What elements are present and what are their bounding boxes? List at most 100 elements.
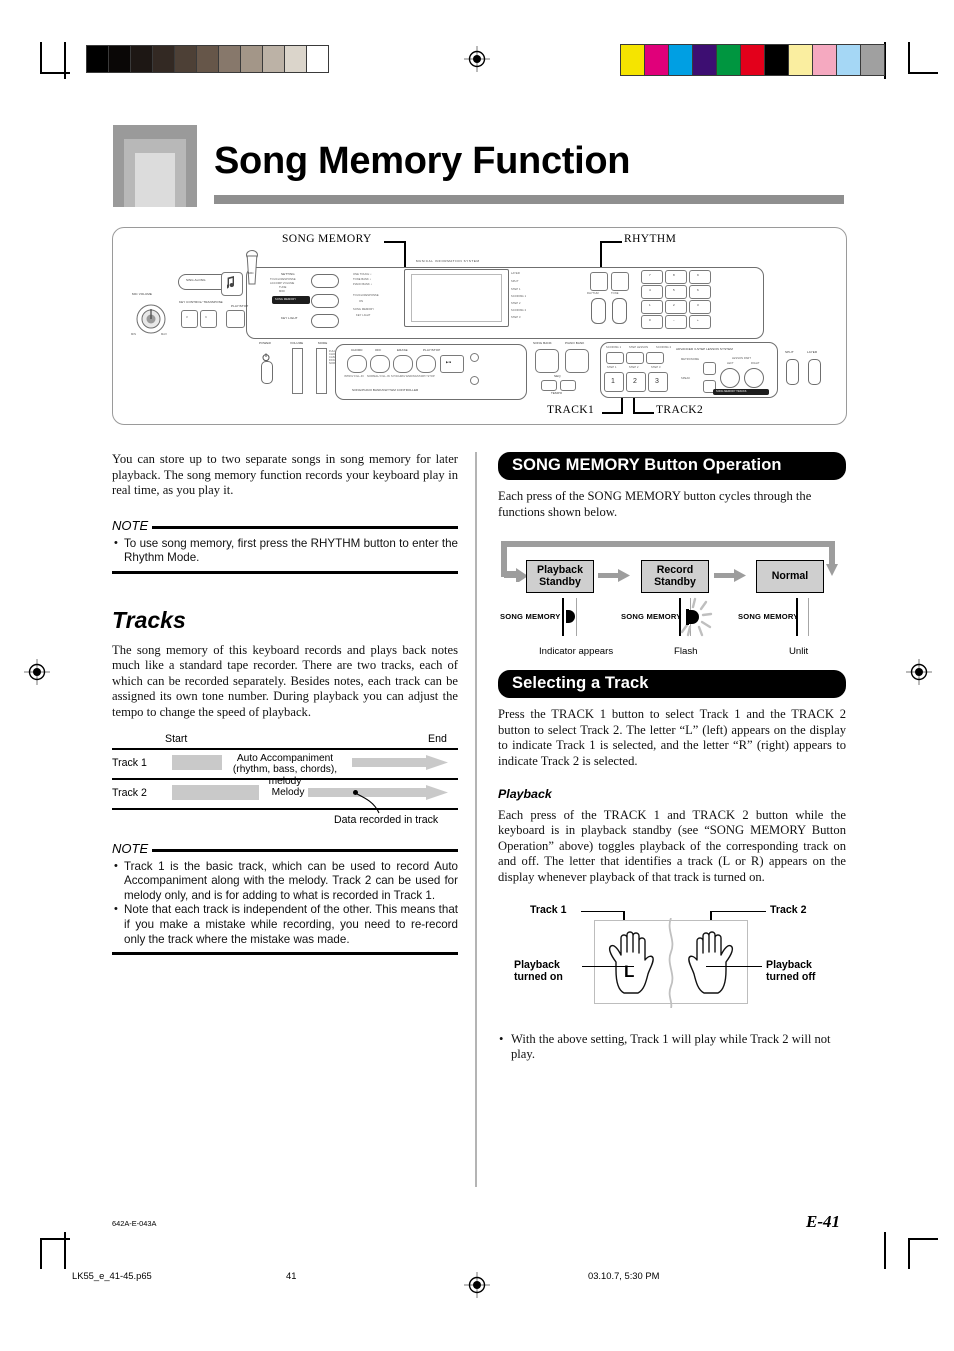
scoring1-button[interactable] xyxy=(606,352,624,364)
keypad-key-2[interactable] xyxy=(665,300,687,314)
footer-sheet-number: 41 xyxy=(286,1270,297,1281)
seq-label: SEQ xyxy=(554,374,561,378)
color-swatch-10 xyxy=(861,45,884,75)
song-memory-opt: SONG MEMORY xyxy=(353,308,375,311)
registration-target-left xyxy=(24,659,50,685)
metronome-button[interactable] xyxy=(703,362,716,375)
setting-button[interactable] xyxy=(311,274,339,288)
keypad-key-0[interactable] xyxy=(641,315,663,329)
lcd-inner-bezel xyxy=(411,274,502,322)
hands-track2-label: Track 2 xyxy=(770,904,807,916)
note-block-2: NOTE Track 1 is the basic track, which c… xyxy=(112,841,458,955)
step2-number: 2 xyxy=(633,378,637,385)
keyboard-diagram-frame: SONG MEMORY RHYTHM TRACK1 TRACK2 MIC MIC… xyxy=(112,227,847,425)
song-bank-button[interactable] xyxy=(535,349,559,373)
callout-track2-leader-h xyxy=(633,412,654,415)
play-stop-button-upper[interactable] xyxy=(226,310,245,328)
keypad-key-minus[interactable] xyxy=(665,315,687,329)
erase-button[interactable] xyxy=(393,355,413,373)
keypad-label-plus: + xyxy=(697,318,699,322)
track1-hand-button[interactable] xyxy=(720,368,740,388)
keypad-key-9[interactable] xyxy=(689,270,711,284)
track2-hand-button[interactable] xyxy=(744,368,764,388)
key-control-up-button[interactable] xyxy=(200,310,217,328)
song-memory-tracks-label: SONG MEMORY TRACKS xyxy=(716,390,747,393)
indicator-led-bottom xyxy=(470,376,479,385)
keypad-key-7[interactable] xyxy=(641,270,663,284)
column-divider xyxy=(475,452,477,1187)
note-2-list: Track 1 is the basic track, which can be… xyxy=(112,859,458,948)
tone-button-label: TONE xyxy=(611,292,619,295)
cycle-step-1-button-label: SONG MEMORY xyxy=(621,612,682,622)
color-swatch-7 xyxy=(789,45,813,75)
piano-bank-opt: PIANO BANK ♪ xyxy=(353,283,373,286)
registration-target-bottom xyxy=(464,1272,490,1298)
registration-target-right xyxy=(906,659,932,685)
tracks-section-heading: Tracks xyxy=(112,606,186,633)
tone-icon-button[interactable] xyxy=(611,272,629,291)
mic-volume-max: MAX xyxy=(161,333,167,336)
start-stop-label: START/ STOP xyxy=(417,375,435,378)
mic-volume-label: MIC VOLUME xyxy=(132,292,153,296)
step2-indicator-label: STEP 2 xyxy=(511,302,521,305)
indicator-led-top xyxy=(470,353,479,362)
track-chart-start-label: Start xyxy=(165,732,188,745)
transport-play-button[interactable] xyxy=(440,355,464,373)
keypad-key-1[interactable] xyxy=(641,300,663,314)
keypad-key-plus[interactable] xyxy=(689,315,711,329)
split-button[interactable] xyxy=(786,359,799,385)
note-2-heading-row: NOTE xyxy=(112,841,458,856)
note-2-bottom-rule xyxy=(112,952,458,955)
cycle-step-1-led-flash-icon xyxy=(674,596,714,638)
cycle-step-1-line2: Standby xyxy=(654,575,696,588)
keypad-key-5[interactable] xyxy=(665,285,687,299)
keypad-key-4[interactable] xyxy=(641,285,663,299)
scoring2-button[interactable] xyxy=(646,352,664,364)
numeric-keypad[interactable]: 7 8 9 4 5 6 1 2 3 0 − + xyxy=(641,270,717,329)
volume-slider[interactable] xyxy=(292,348,303,394)
tempo-down-button[interactable] xyxy=(541,380,557,391)
playback-paragraph: Each press of the TRACK 1 and TRACK 2 bu… xyxy=(498,807,846,884)
note-2-item-0: Track 1 is the basic track, which can be… xyxy=(112,859,458,904)
step-lesson-button[interactable] xyxy=(626,352,644,364)
mode-slider[interactable] xyxy=(316,348,327,394)
play-stop-button-lower[interactable] xyxy=(416,355,436,373)
keypad-key-3[interactable] xyxy=(689,300,711,314)
gray-swatch-8 xyxy=(263,46,285,72)
layer-button[interactable] xyxy=(808,359,821,385)
title-underline-rule xyxy=(214,195,844,204)
banner-selecting-a-track: Selecting a Track xyxy=(498,670,846,699)
crop-mark-bottom-right-h xyxy=(908,1238,938,1240)
power-icon xyxy=(262,348,270,362)
chord-button[interactable] xyxy=(347,355,367,373)
hands-playback-off-line1: Playback xyxy=(766,958,812,971)
tempo-up-button[interactable] xyxy=(560,380,576,391)
piano-bank-button[interactable] xyxy=(565,349,589,373)
footer-document-code: 642A-E-043A xyxy=(112,1219,157,1228)
key-light-button[interactable] xyxy=(311,314,339,328)
hands-playback-on-label: Playback turned on xyxy=(514,959,563,984)
off-button[interactable] xyxy=(370,355,390,373)
footer-timestamp: 03.10.7, 5:30 PM xyxy=(588,1270,660,1281)
advanced-lesson-caption: ADVANCED 3-STEP LESSON SYSTEM xyxy=(676,347,733,351)
gray-swatch-4 xyxy=(175,46,197,72)
gray-swatch-9 xyxy=(285,46,307,72)
tone-select-button[interactable] xyxy=(612,298,627,324)
key-control-down-button[interactable] xyxy=(181,310,198,328)
rhythm-icon-button[interactable] xyxy=(590,272,608,291)
mic-volume-dial[interactable] xyxy=(133,300,169,336)
metronome-label: METRONOME xyxy=(681,358,700,361)
crop-mark-bottom-right-v xyxy=(884,1232,886,1269)
footer-file-name: LK55_e_41-45.p65 xyxy=(72,1270,152,1281)
keypad-key-8[interactable] xyxy=(665,270,687,284)
hands-track1-text: Track 1 xyxy=(530,903,567,916)
track-chart-row-0-arrow xyxy=(352,754,448,770)
keypad-key-6[interactable] xyxy=(689,285,711,299)
power-button[interactable] xyxy=(261,361,273,384)
keypad-label-1: 1 xyxy=(649,303,651,307)
rhythm-select-button[interactable] xyxy=(591,298,606,324)
color-swatch-5 xyxy=(741,45,765,75)
callout-rhythm: RHYTHM xyxy=(624,233,677,245)
song-memory-button[interactable] xyxy=(311,294,339,308)
track-chart-row-0-line1: Auto Accompaniment xyxy=(236,752,334,764)
